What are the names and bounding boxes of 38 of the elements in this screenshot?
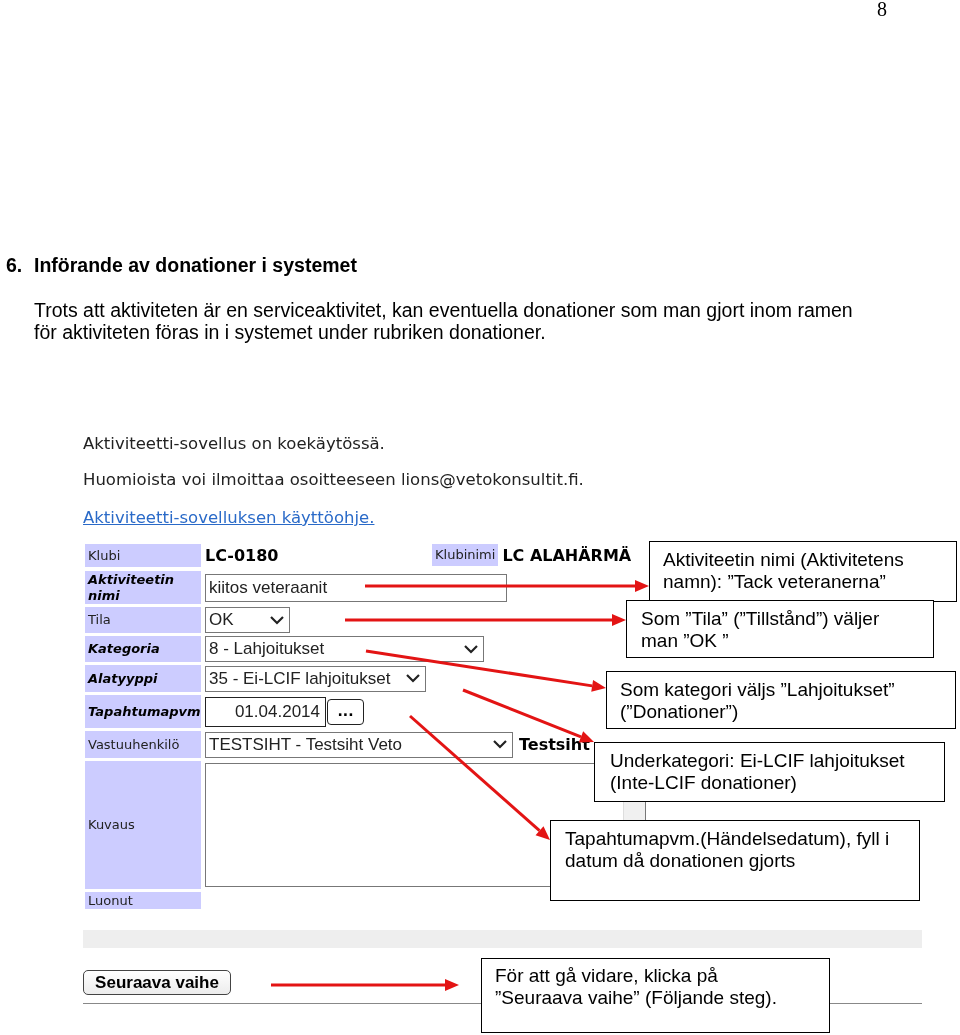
date-input[interactable]: 01.04.2014	[205, 696, 326, 727]
field-label: Kategoria	[85, 636, 201, 662]
help-link[interactable]: Aktiviteetti-sovelluksen käyttöohje.	[83, 507, 375, 528]
field-label: Vastuuhenkilö	[85, 731, 201, 758]
field-label: Aktiviteetin nimi	[85, 571, 201, 604]
callout-tooltip: Aktiviteetin nimi (Aktivitetens namn): ”Tack veteranerna”	[649, 541, 957, 602]
chevron-down-icon	[270, 615, 284, 625]
intro-paragraph: Trots att aktiviteten är en serviceaktivitet, kan eventuella donationer som man gjort inom ramen för aktiviteten föras in i systemet under rubriken donationer.	[34, 299, 854, 343]
notice-text: Huomioista voi ilmoittaa osoitteeseen lions@vetokonsultit.fi.	[83, 469, 584, 490]
callout-tooltip: För att gå vidare, klicka på ”Seuraava vaihe” (Följande steg).	[481, 958, 830, 1033]
chevron-down-icon	[493, 740, 507, 749]
callout-tooltip: Som ”Tila” (”Tillstånd”) väljer man ”OK ”	[626, 600, 934, 658]
page-number: 8	[877, 0, 887, 18]
field-label: Luonut	[85, 892, 201, 909]
text-input[interactable]: kiitos veteraanit	[205, 573, 507, 602]
field-label: Klubinimi	[432, 544, 499, 566]
section-heading: Införande av donationer i systemet	[34, 254, 357, 276]
next-step-button[interactable]: Seuraava vaihe	[83, 970, 231, 995]
person-name: Testsiht	[519, 733, 590, 756]
field-label: Tila	[85, 607, 201, 633]
chevron-down-icon	[406, 674, 420, 683]
club-code: LC-0180	[205, 545, 279, 567]
field-label: Kuvaus	[85, 761, 201, 889]
callout-tooltip: Underkategori: Ei-LCIF lahjoitukset (Inte-LCIF donationer)	[594, 742, 945, 802]
field-label: Klubi	[85, 544, 201, 567]
notice-text: Aktiviteetti-sovellus on koekäytössä.	[83, 433, 385, 454]
dropdown-select[interactable]: 8 - Lahjoitukset	[205, 636, 484, 662]
dropdown-select[interactable]: OK	[205, 607, 290, 633]
club-name: LC ALAHÄRMÄ	[502, 545, 632, 567]
chevron-down-icon	[464, 644, 478, 654]
field-label: Alatyyppi	[85, 665, 201, 692]
field-label: Tapahtumapvm	[85, 695, 201, 728]
callout-tooltip: Tapahtumapvm.(Händelsedatum), fyll i datum då donationen gjorts	[550, 820, 920, 901]
date-picker-button[interactable]: ...	[327, 698, 364, 725]
callout-tooltip: Som kategori väljs ”Lahjoitukset” (”Donationer”)	[606, 671, 956, 729]
section-number: 6.	[6, 254, 24, 276]
dropdown-select[interactable]: 35 - Ei-LCIF lahjoitukset	[205, 665, 426, 692]
dropdown-select[interactable]: TESTSIHT - Testsiht Veto	[205, 731, 513, 758]
